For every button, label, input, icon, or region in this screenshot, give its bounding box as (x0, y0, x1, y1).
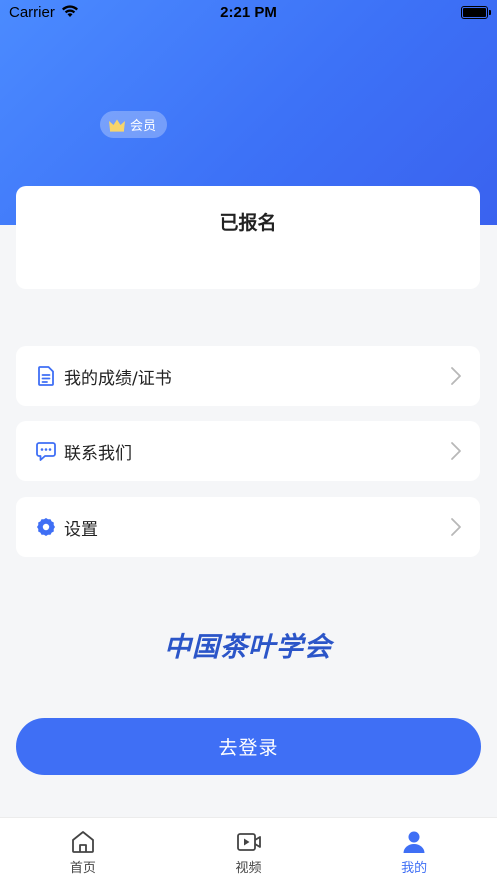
tab-label: 首页 (69, 861, 96, 876)
menu-item-label: 设置 (64, 519, 98, 540)
logo-text: 中国茶叶学会 (164, 631, 332, 663)
status-bar: Carrier 2:21 PM (0, 0, 497, 26)
bottom-tab-bar: 首页 视频 我的 (0, 817, 497, 883)
tab-video[interactable]: 视频 (166, 818, 332, 883)
menu-item-label: 联系我们 (64, 443, 132, 464)
clock: 2:21 PM (220, 4, 277, 21)
menu-item-scores-certificates[interactable]: 我的成绩/证书 (16, 346, 480, 406)
menu-item-contact-us[interactable]: 联系我们 (16, 421, 480, 481)
chevron-right-icon (451, 442, 461, 460)
tea-society-logo: 中国茶叶学会 (158, 622, 338, 666)
chat-bubble-icon (36, 441, 56, 461)
tab-label: 我的 (401, 861, 428, 876)
login-button-label: 去登录 (218, 737, 279, 759)
document-icon (36, 366, 56, 386)
login-button[interactable]: 去登录 (16, 718, 481, 775)
chevron-right-icon (451, 367, 461, 385)
crown-icon (109, 119, 125, 132)
vip-badge[interactable]: 会员 (100, 111, 168, 138)
tab-mine[interactable]: 我的 (331, 818, 497, 883)
user-icon (403, 831, 425, 853)
menu-item-label: 我的成绩/证书 (64, 368, 172, 389)
enrollment-card[interactable]: 已报名 (16, 186, 480, 289)
battery-icon (461, 6, 491, 19)
home-icon (71, 831, 94, 853)
vip-badge-label: 会员 (130, 119, 157, 134)
chevron-right-icon (451, 518, 461, 536)
enrollment-title: 已报名 (219, 212, 277, 234)
video-icon (236, 833, 261, 851)
tab-label: 视频 (235, 861, 262, 876)
gear-icon (36, 517, 56, 537)
menu-item-settings[interactable]: 设置 (16, 497, 480, 557)
tab-home[interactable]: 首页 (0, 818, 166, 883)
